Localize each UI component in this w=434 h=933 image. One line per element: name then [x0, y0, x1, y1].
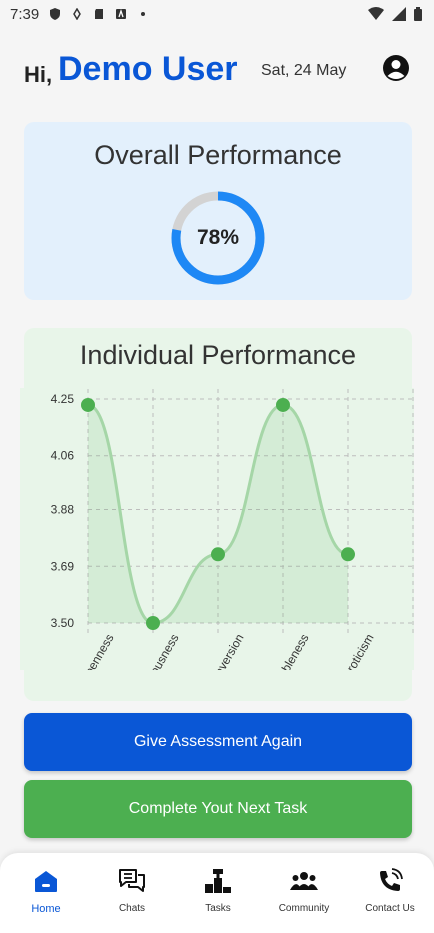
chart-canvas: 4.25 4.06 3.88 3.69 3.50OpennessConscientiou… — [51, 389, 414, 671]
community-icon — [290, 867, 318, 895]
y-tick-label: 3.50 — [51, 616, 75, 630]
chats-icon — [118, 867, 146, 895]
nav-home-label: Home — [31, 903, 61, 915]
data-point-agreeableness — [276, 397, 290, 412]
nav-chats[interactable]: Chats — [89, 853, 175, 933]
next-task-button[interactable]: Complete Yout Next Task — [24, 780, 412, 838]
phone-icon — [376, 867, 404, 895]
status-bar: 7:39 — [0, 0, 434, 28]
give-assessment-button[interactable]: Give Assessment Again — [24, 713, 412, 771]
x-tick-label: Openness — [77, 632, 116, 671]
nav-contact-label: Contact Us — [365, 903, 415, 914]
data-point-extraversion — [211, 547, 225, 562]
nav-home[interactable]: Home — [3, 853, 89, 933]
account-circle-icon[interactable] — [382, 54, 410, 82]
nav-tasks-label: Tasks — [205, 903, 231, 914]
y-tick-label: 4.06 — [51, 449, 75, 463]
battery-icon — [414, 7, 422, 21]
vpn-icon — [73, 8, 82, 20]
status-left: 7:39 — [10, 6, 149, 23]
nav-contact[interactable]: Contact Us — [347, 853, 433, 933]
x-tick-label: Agreeableness — [259, 632, 311, 671]
y-tick-label: 3.88 — [51, 503, 75, 517]
individual-performance-chart: 4.25 4.06 3.88 3.69 3.50OpennessConscientiou… — [20, 388, 414, 670]
username: Demo User — [58, 50, 238, 88]
sd-card-icon — [95, 9, 104, 19]
nav-community-label: Community — [278, 903, 330, 914]
data-point-neuroticism — [341, 547, 355, 562]
tasks-icon — [204, 867, 232, 895]
nav-tasks[interactable]: Tasks — [175, 853, 261, 933]
status-time: 7:39 — [10, 5, 40, 23]
home-icon — [32, 867, 60, 895]
more-dot-icon — [141, 12, 146, 16]
overall-performance-card: Overall Performance 78% — [24, 122, 412, 300]
header: Hi, Demo User Sat, 24 May — [24, 48, 414, 96]
overall-percent-label: 78% — [196, 226, 240, 249]
x-tick-label: Extraversion — [201, 632, 246, 671]
nav-community[interactable]: Community — [261, 853, 347, 933]
signal-icon — [392, 7, 406, 21]
y-tick-label: 3.69 — [51, 559, 75, 573]
bottom-navigation: Home Chats Tasks Community Contact Us — [0, 853, 434, 933]
wifi-icon — [368, 7, 384, 20]
data-point-openness — [81, 397, 95, 412]
greeting: Hi, — [24, 62, 53, 87]
x-tick-label: Neuroticism — [333, 632, 377, 671]
overall-performance-title: Overall Performance — [94, 140, 342, 170]
y-tick-label: 4.25 — [51, 392, 75, 406]
individual-performance-title: Individual Performance — [79, 340, 357, 370]
data-point-conscientiousness — [146, 616, 160, 630]
app-notification-icon — [116, 8, 127, 19]
nav-chats-label: Chats — [118, 903, 146, 914]
x-tick-label: Conscientiousness — [119, 632, 181, 671]
current-date: Sat, 24 May — [261, 62, 347, 79]
status-right — [368, 7, 422, 21]
shield-icon — [50, 8, 61, 20]
